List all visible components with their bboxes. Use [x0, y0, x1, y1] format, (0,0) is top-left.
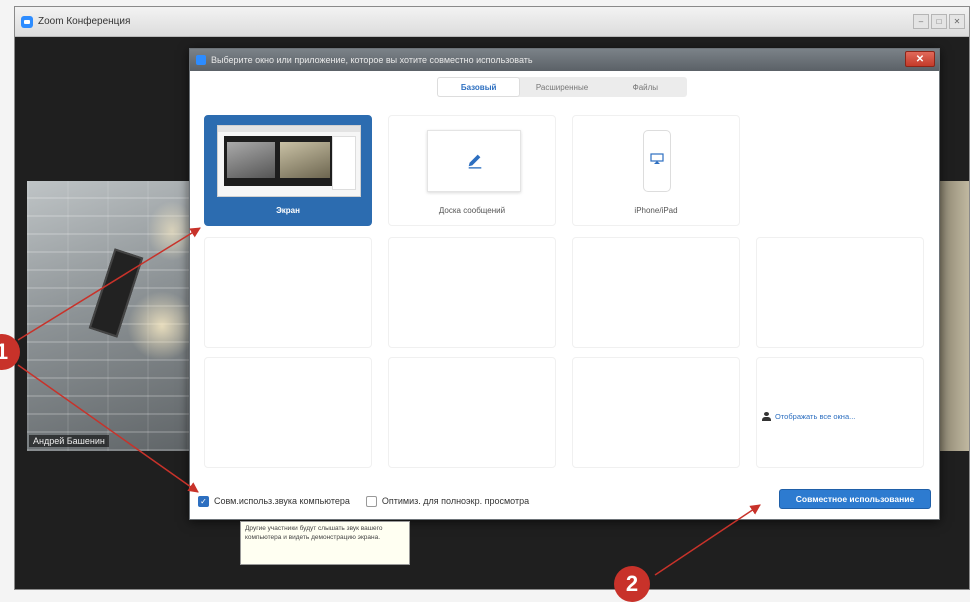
- tile-label: Экран: [205, 206, 371, 215]
- zoom-titlebar: Zoom Конференция – □ ✕: [15, 7, 969, 37]
- close-window-button[interactable]: ✕: [949, 14, 965, 29]
- zoom-logo-icon: [21, 16, 33, 28]
- person-icon: [762, 412, 771, 421]
- tab-advanced[interactable]: Расширенные: [520, 77, 603, 97]
- phone-preview: [643, 130, 671, 192]
- maximize-button[interactable]: □: [931, 14, 947, 29]
- dialog-title: Выберите окно или приложение, которое вы…: [211, 55, 533, 65]
- whiteboard-preview: [427, 130, 521, 192]
- share-tile-empty[interactable]: [388, 237, 556, 348]
- dialog-close-button[interactable]: ✕: [905, 51, 935, 67]
- share-tabs: Базовый Расширенные Файлы: [437, 77, 687, 97]
- minimize-button[interactable]: –: [913, 14, 929, 29]
- zoom-logo-icon: [196, 55, 206, 65]
- share-tile-empty[interactable]: [572, 237, 740, 348]
- share-tile-screen[interactable]: Экран: [204, 115, 372, 226]
- show-all-label: Отображать все окна...: [775, 412, 855, 421]
- zoom-window-title: Zoom Конференция: [38, 16, 130, 27]
- tile-label: iPhone/iPad: [573, 206, 739, 215]
- participant-video: [27, 181, 197, 451]
- share-sound-checkbox[interactable]: ✓: [198, 496, 209, 507]
- participant-name-label: Андрей Башенин: [29, 435, 109, 447]
- tab-basic[interactable]: Базовый: [437, 77, 520, 97]
- thumb-sidebar: [332, 136, 356, 190]
- share-tile-empty[interactable]: [572, 357, 740, 468]
- tab-files[interactable]: Файлы: [604, 77, 687, 97]
- optimize-label[interactable]: Оптимиз. для полноэкр. просмотра: [382, 496, 529, 506]
- optimize-checkbox[interactable]: [366, 496, 377, 507]
- share-tile-empty[interactable]: [204, 357, 372, 468]
- share-sound-label[interactable]: Совм.использ.звука компьютера: [214, 496, 350, 506]
- airplay-icon: [650, 153, 664, 165]
- share-tile-empty[interactable]: [204, 237, 372, 348]
- step-badge-2: 2: [614, 566, 650, 602]
- thumb-participant: [227, 142, 275, 178]
- screen-thumbnail: [217, 125, 361, 197]
- light-glow: [127, 291, 197, 361]
- share-tile-whiteboard[interactable]: Доска сообщений: [388, 115, 556, 226]
- thumb-video: [224, 136, 334, 186]
- share-tile-empty[interactable]: [756, 237, 924, 348]
- share-tile-empty[interactable]: [388, 357, 556, 468]
- share-tile-iphone[interactable]: iPhone/iPad: [572, 115, 740, 226]
- dialog-titlebar: Выберите окно или приложение, которое вы…: [190, 49, 939, 71]
- thumb-toolbar: [218, 126, 360, 132]
- window-controls: – □ ✕: [913, 14, 965, 29]
- share-screen-dialog: Выберите окно или приложение, которое вы…: [189, 48, 940, 520]
- show-all-windows-link[interactable]: Отображать все окна...: [762, 412, 855, 421]
- pencil-icon: [466, 151, 484, 169]
- tile-label: Доска сообщений: [389, 206, 555, 215]
- sound-tooltip: Другие участники будут слышать звук ваше…: [240, 521, 410, 565]
- participant-video-right: [939, 181, 969, 451]
- share-button[interactable]: Совместное использование: [779, 489, 931, 509]
- thumb-participant: [280, 142, 330, 178]
